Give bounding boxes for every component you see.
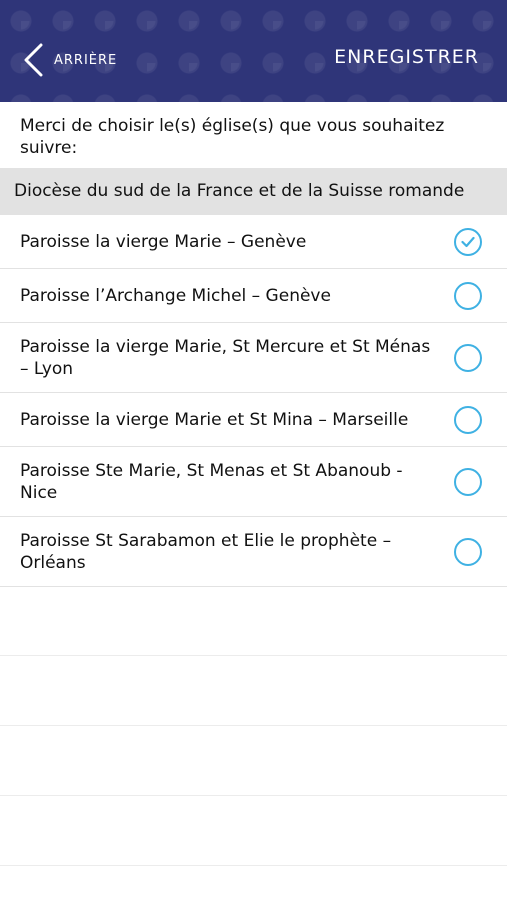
parish-row-orleans[interactable]: Paroisse St Sarabamon et Elie le prophèt…	[0, 517, 507, 587]
radio-circle-icon[interactable]	[454, 406, 482, 434]
back-button[interactable]: ARRIÈRE	[22, 40, 117, 80]
chevron-left-icon	[22, 43, 44, 77]
parish-label: Paroisse la vierge Marie, St Mercure et …	[20, 337, 431, 379]
parish-row-geneve-archange-michel[interactable]: Paroisse l’Archange Michel – Genève	[0, 269, 507, 323]
empty-row-divider	[0, 795, 507, 796]
radio-circle-icon[interactable]	[454, 538, 482, 566]
intro-text: Merci de choisir le(s) église(s) que vou…	[20, 116, 445, 158]
parish-label: Paroisse la vierge Marie – Genève	[20, 232, 307, 252]
parish-list: Paroisse la vierge Marie – Genève Parois…	[0, 215, 507, 587]
section-header: Diocèse du sud de la France et de la Sui…	[0, 168, 507, 215]
parish-label: Paroisse Ste Marie, St Menas et St Abano…	[20, 461, 403, 503]
parish-row-lyon[interactable]: Paroisse la vierge Marie, St Mercure et …	[0, 323, 507, 393]
parish-label: Paroisse la vierge Marie et St Mina – Ma…	[20, 410, 409, 430]
empty-row-divider	[0, 725, 507, 726]
parish-row-marseille[interactable]: Paroisse la vierge Marie et St Mina – Ma…	[0, 393, 507, 447]
parish-label: Paroisse St Sarabamon et Elie le prophèt…	[20, 531, 392, 573]
parish-row-geneve-vierge-marie[interactable]: Paroisse la vierge Marie – Genève	[0, 215, 507, 269]
navigation-bar: ARRIÈRE ENREGISTRER	[0, 0, 507, 102]
radio-circle-icon[interactable]	[454, 468, 482, 496]
empty-row-divider	[0, 865, 507, 866]
radio-circle-icon[interactable]	[454, 282, 482, 310]
save-button[interactable]: ENREGISTRER	[334, 46, 479, 68]
section-title: Diocèse du sud de la France et de la Sui…	[14, 181, 465, 201]
radio-circle-icon[interactable]	[454, 344, 482, 372]
selected-radio-check-icon[interactable]	[454, 228, 482, 256]
back-label: ARRIÈRE	[54, 52, 118, 68]
parish-label: Paroisse l’Archange Michel – Genève	[20, 286, 331, 306]
parish-row-nice[interactable]: Paroisse Ste Marie, St Menas et St Abano…	[0, 447, 507, 517]
empty-row-divider	[0, 655, 507, 656]
